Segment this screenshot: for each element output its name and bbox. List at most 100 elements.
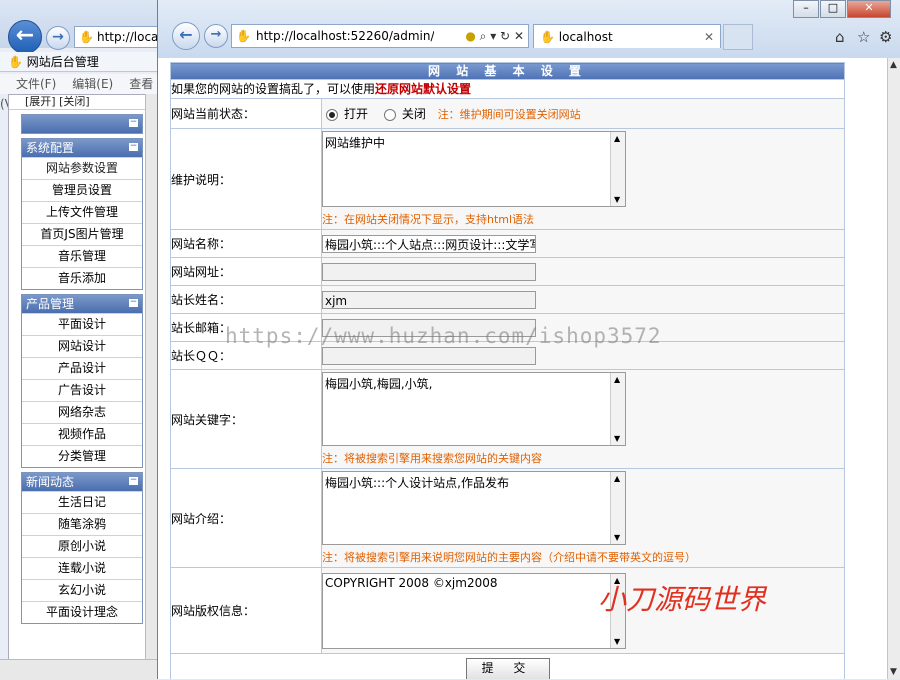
maintenance-textarea[interactable]: 网站维护中 ▲ ▼ (322, 131, 626, 207)
close-window-button[interactable]: ✕ (847, 0, 891, 18)
stop-icon[interactable]: ✕ (514, 29, 524, 43)
textarea-scrollbar[interactable]: ▲ ▼ (610, 472, 625, 544)
restore-defaults-link[interactable]: 还原网站默认设置 (375, 82, 471, 96)
menu-item-essays[interactable]: 随笔涂鸦 (22, 513, 142, 535)
search-icon[interactable]: ⌕ (480, 29, 487, 43)
menu-item-original-novels[interactable]: 原创小说 (22, 535, 142, 557)
scroll-down-icon[interactable]: ▼ (614, 195, 620, 204)
scroll-up-icon[interactable]: ▲ (614, 474, 620, 483)
menu-item-admin-settings[interactable]: 管理员设置 (22, 179, 142, 201)
forward-button[interactable]: → (46, 26, 70, 50)
maximize-button[interactable]: □ (820, 0, 846, 18)
address-text: http://localhost:52260/admin/a (256, 29, 434, 43)
menu-item-music-add[interactable]: 音乐添加 (22, 267, 142, 289)
form-title: 网 站 基 本 设 置 (170, 62, 845, 80)
arrow-left-icon: ← (15, 23, 35, 48)
menu-item-music-manage[interactable]: 音乐管理 (22, 245, 142, 267)
back-address-bar[interactable]: ✋ http://local (74, 26, 162, 48)
window-controls: – □ ✕ (792, 0, 891, 18)
forward-button[interactable]: → (204, 24, 228, 48)
scroll-down-icon[interactable]: ▼ (614, 533, 620, 542)
dropdown-icon[interactable]: ▾ (490, 29, 496, 43)
collapse-icon[interactable]: − (129, 298, 138, 307)
tab-favicon-icon: ✋ (540, 30, 555, 44)
menu-file[interactable]: 文件(F) (16, 77, 56, 91)
scroll-down-icon[interactable]: ▼ (614, 637, 620, 646)
menu-panel-news: 新闻动态 − 生活日记 随笔涂鸦 原创小说 连载小说 玄幻小说 平面设计理念 (21, 472, 143, 624)
page-favicon-icon: ✋ (236, 29, 251, 43)
home-icon[interactable]: ⌂ (835, 28, 845, 46)
owner-name-input[interactable]: xjm (322, 290, 536, 309)
minimize-button[interactable]: – (793, 0, 819, 18)
submit-button[interactable]: 提 交 (465, 657, 550, 679)
gear-icon[interactable]: ⚙ (879, 28, 892, 46)
back-button[interactable]: ← (8, 20, 42, 54)
textarea-scrollbar[interactable]: ▲ ▼ (610, 373, 625, 445)
menu-panel-system-config: 系统配置 − 网站参数设置 管理员设置 上传文件管理 首页JS图片管理 音乐管理 … (21, 138, 143, 290)
favorites-star-icon[interactable]: ☆ (857, 28, 870, 46)
back-window-toolbar: ← → ✋ http://local (0, 0, 162, 54)
collapse-icon[interactable]: − (129, 476, 138, 485)
panel-header[interactable]: − (22, 115, 142, 133)
collapse-icon[interactable]: − (129, 118, 138, 127)
menu-item-upload-files[interactable]: 上传文件管理 (22, 201, 142, 223)
scroll-up-icon[interactable]: ▲ (614, 375, 620, 384)
status-label: 网站当前状态： (170, 98, 322, 129)
scroll-up-icon[interactable]: ▲ (614, 134, 620, 143)
description-value: 梅园小筑:::个人设计站点,作品发布 (325, 476, 509, 490)
description-textarea[interactable]: 梅园小筑:::个人设计站点,作品发布 ▲ ▼ (322, 471, 626, 545)
owner-name-label: 站长姓名： (170, 285, 322, 314)
textarea-scrollbar[interactable]: ▲ ▼ (610, 132, 625, 206)
menu-edit[interactable]: 编辑(E) (72, 77, 113, 91)
status-open-radio[interactable] (326, 108, 338, 121)
menu-item-js-images[interactable]: 首页JS图片管理 (22, 223, 142, 245)
menu-item-design-concepts[interactable]: 平面设计理念 (22, 601, 142, 623)
menu-item-product-design[interactable]: 产品设计 (22, 357, 142, 379)
submit-row: 提 交 (170, 653, 845, 679)
menu-item-site-params[interactable]: 网站参数设置 (22, 157, 142, 179)
owner-qq-input[interactable] (322, 346, 536, 365)
vertical-scrollbar[interactable]: ▲ ▼ (887, 58, 900, 679)
menu-item-categories[interactable]: 分类管理 (22, 445, 142, 467)
menu-item-ad-design[interactable]: 广告设计 (22, 379, 142, 401)
site-url-input[interactable] (322, 262, 536, 281)
refresh-icon[interactable]: ↻ (500, 29, 510, 43)
tab-title: localhost (558, 30, 613, 44)
site-name-label: 网站名称： (170, 229, 322, 258)
compat-view-icon[interactable]: ● (465, 29, 475, 43)
collapse-icon[interactable]: − (129, 142, 138, 151)
menu-item-life-diary[interactable]: 生活日记 (22, 491, 142, 513)
status-note: 注：维护期间可设置关闭网站 (437, 108, 581, 121)
tab-favicon-icon: ✋ (8, 55, 23, 69)
back-window-tab[interactable]: ✋ 网站后台管理 (0, 52, 160, 72)
scroll-up-icon[interactable]: ▲ (890, 60, 897, 70)
menu-item-fantasy-novels[interactable]: 玄幻小说 (22, 579, 142, 601)
menu-item-video-works[interactable]: 视频作品 (22, 423, 142, 445)
menu-item-web-design[interactable]: 网站设计 (22, 335, 142, 357)
page-content: 网 站 基 本 设 置 如果您的网站的设置搞乱了，可以使用还原网站默认设置 网站… (170, 62, 887, 679)
new-tab-button[interactable] (723, 24, 753, 50)
panel-header[interactable]: 产品管理 − (22, 295, 142, 313)
maintenance-label: 维护说明： (170, 128, 322, 230)
scroll-down-icon[interactable]: ▼ (890, 667, 897, 677)
arrow-left-icon: ← (179, 25, 193, 44)
panel-header[interactable]: 新闻动态 − (22, 473, 142, 491)
keywords-textarea[interactable]: 梅园小筑,梅园,小筑, ▲ ▼ (322, 372, 626, 446)
expand-collapse-links[interactable]: [展开] [关闭] (9, 95, 146, 110)
browser-tab[interactable]: ✋ localhost ✕ (533, 24, 721, 48)
site-name-input[interactable]: 梅园小筑:::个人站点:::网页设计:::文学写作 (322, 234, 536, 253)
address-bar[interactable]: ✋ http://localhost:52260/admin/a ● ⌕ ▾ ↻ … (231, 24, 529, 48)
tab-close-icon[interactable]: ✕ (704, 25, 714, 49)
back-button[interactable]: ← (172, 22, 200, 50)
copyright-textarea[interactable]: COPYRIGHT 2008 ©xjm2008 ▲ ▼ (322, 572, 626, 649)
scroll-down-icon[interactable]: ▼ (614, 434, 620, 443)
back-horizontal-scrollbar[interactable] (0, 659, 160, 680)
status-close-radio[interactable] (383, 108, 396, 121)
signature-text: 小刀源码世界 (598, 583, 767, 616)
maintenance-value: 网站维护中 (325, 136, 386, 150)
menu-item-e-magazine[interactable]: 网络杂志 (22, 401, 142, 423)
panel-header[interactable]: 系统配置 − (22, 139, 142, 157)
arrow-right-icon: → (52, 29, 64, 45)
menu-item-serial-novels[interactable]: 连载小说 (22, 557, 142, 579)
menu-item-graphic-design[interactable]: 平面设计 (22, 313, 142, 335)
